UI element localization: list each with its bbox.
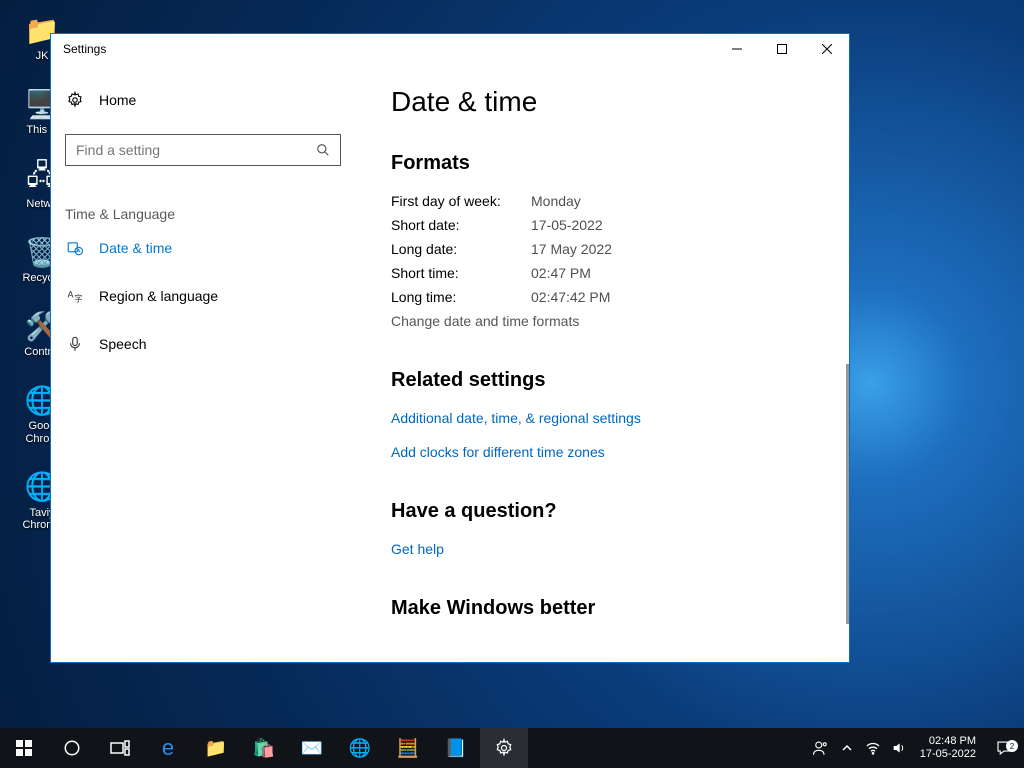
nav-region-language[interactable]: A字 Region & language xyxy=(65,274,361,318)
home-label: Home xyxy=(99,92,136,108)
chrome-icon: 🌐 xyxy=(349,738,371,759)
taskbar-calculator[interactable]: 🧮 xyxy=(384,728,432,768)
tray-network[interactable] xyxy=(860,740,886,756)
microphone-icon xyxy=(65,335,85,353)
taskbar-notes[interactable]: 📘 xyxy=(432,728,480,768)
related-link-additional[interactable]: Additional date, time, & regional settin… xyxy=(391,410,825,426)
category-label: Time & Language xyxy=(65,206,361,222)
format-row: Short date:17-05-2022 xyxy=(391,217,825,233)
nav-label: Date & time xyxy=(99,240,172,256)
task-view-icon xyxy=(110,740,130,756)
system-tray: 02:48 PM 17-05-2022 2 xyxy=(808,728,1024,768)
page-title: Date & time xyxy=(391,86,825,118)
nav-date-time[interactable]: Date & time xyxy=(65,226,361,270)
gear-icon xyxy=(494,738,514,758)
format-row: Long time:02:47:42 PM xyxy=(391,289,825,305)
window-body: Home Time & Language Date & time xyxy=(51,64,849,662)
clock-date: 17-05-2022 xyxy=(920,748,976,761)
close-button[interactable] xyxy=(804,34,849,64)
format-key: Long time: xyxy=(391,289,531,305)
folder-icon: 📁 xyxy=(205,738,227,759)
related-link-clocks[interactable]: Add clocks for different time zones xyxy=(391,444,825,460)
format-key: Long date: xyxy=(391,241,531,257)
feedback-heading: Make Windows better xyxy=(391,597,825,620)
desktop-icon-label: JK xyxy=(36,50,49,62)
notification-badge: 2 xyxy=(1006,740,1018,752)
change-formats-link[interactable]: Change date and time formats xyxy=(391,313,825,329)
window-buttons xyxy=(714,34,849,64)
search-icon xyxy=(316,143,330,157)
question-section: Have a question? Get help xyxy=(391,500,825,557)
minimize-button[interactable] xyxy=(714,34,759,64)
close-icon xyxy=(822,44,832,54)
format-row: First day of week:Monday xyxy=(391,193,825,209)
notes-icon: 📘 xyxy=(445,738,467,759)
scrollbar[interactable] xyxy=(846,364,849,624)
taskbar-chrome[interactable]: 🌐 xyxy=(336,728,384,768)
home-button[interactable]: Home xyxy=(65,78,361,122)
format-value: 17-05-2022 xyxy=(531,217,603,233)
svg-text:字: 字 xyxy=(74,293,82,303)
store-icon: 🛍️ xyxy=(253,738,275,759)
taskbar: e 📁 🛍️ ✉️ 🌐 🧮 📘 02:48 PM 17-05-20 xyxy=(0,728,1024,768)
formats-heading: Formats xyxy=(391,152,825,175)
related-heading: Related settings xyxy=(391,369,825,392)
gear-icon xyxy=(65,91,85,109)
cortana-button[interactable] xyxy=(48,728,96,768)
action-center-button[interactable]: 2 xyxy=(984,739,1024,757)
windows-icon xyxy=(16,740,32,756)
clock-calendar-icon xyxy=(65,239,85,257)
taskbar-clock[interactable]: 02:48 PM 17-05-2022 xyxy=(912,735,984,761)
clock-time: 02:48 PM xyxy=(920,735,976,748)
language-icon: A字 xyxy=(65,287,85,305)
settings-window: Settings Home xyxy=(50,33,850,663)
format-key: First day of week: xyxy=(391,193,531,209)
desktop: 📁 JK 🖥️ This P 🖧 Netwo 🗑️ Recycle 🛠️ Con… xyxy=(0,0,1024,768)
maximize-button[interactable] xyxy=(759,34,804,64)
taskbar-explorer[interactable]: 📁 xyxy=(192,728,240,768)
taskbar-mail[interactable]: ✉️ xyxy=(288,728,336,768)
search-input[interactable] xyxy=(76,142,316,158)
window-title: Settings xyxy=(63,42,106,56)
content-pane: Date & time Formats First day of week:Mo… xyxy=(361,64,849,662)
format-key: Short time: xyxy=(391,265,531,281)
tray-overflow-button[interactable] xyxy=(834,742,860,754)
search-box[interactable] xyxy=(65,134,341,166)
nav-speech[interactable]: Speech xyxy=(65,322,361,366)
format-value: 17 May 2022 xyxy=(531,241,612,257)
volume-icon xyxy=(891,740,907,756)
mail-icon: ✉️ xyxy=(301,738,323,759)
calculator-icon: 🧮 xyxy=(397,738,419,759)
chevron-up-icon xyxy=(841,742,853,754)
taskbar-store[interactable]: 🛍️ xyxy=(240,728,288,768)
maximize-icon xyxy=(777,44,787,54)
format-key: Short date: xyxy=(391,217,531,233)
task-view-button[interactable] xyxy=(96,728,144,768)
start-button[interactable] xyxy=(0,728,48,768)
svg-text:A: A xyxy=(68,290,74,300)
people-button[interactable] xyxy=(808,739,834,757)
titlebar[interactable]: Settings xyxy=(51,34,849,64)
tray-volume[interactable] xyxy=(886,740,912,756)
minimize-icon xyxy=(732,44,742,54)
edge-icon: e xyxy=(162,735,174,761)
nav-label: Speech xyxy=(99,336,146,352)
format-value: 02:47 PM xyxy=(531,265,591,281)
format-row: Long date:17 May 2022 xyxy=(391,241,825,257)
taskbar-settings[interactable] xyxy=(480,728,528,768)
format-value: Monday xyxy=(531,193,581,209)
taskbar-edge[interactable]: e xyxy=(144,728,192,768)
format-value: 02:47:42 PM xyxy=(531,289,610,305)
related-settings-section: Related settings Additional date, time, … xyxy=(391,369,825,460)
cortana-icon xyxy=(63,739,81,757)
wifi-icon xyxy=(865,740,881,756)
question-heading: Have a question? xyxy=(391,500,825,523)
sidebar: Home Time & Language Date & time xyxy=(51,64,361,662)
nav-label: Region & language xyxy=(99,288,218,304)
feedback-section: Make Windows better xyxy=(391,597,825,620)
people-icon xyxy=(812,739,830,757)
get-help-link[interactable]: Get help xyxy=(391,541,825,557)
format-row: Short time:02:47 PM xyxy=(391,265,825,281)
